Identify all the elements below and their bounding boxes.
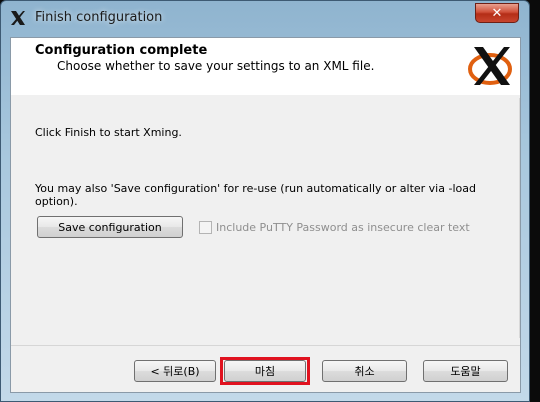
header-divider (11, 94, 520, 95)
putty-password-option[interactable]: Include PuTTY Password as insecure clear… (199, 219, 470, 235)
cancel-button[interactable]: 취소 (322, 360, 407, 382)
xming-x-icon (11, 11, 25, 25)
header-subtitle: Choose whether to save your settings to … (57, 59, 375, 73)
close-button[interactable]: ✕ (475, 3, 519, 23)
window-title: Finish configuration (35, 10, 163, 25)
footer-divider (11, 345, 520, 346)
putty-password-label: Include PuTTY Password as insecure clear… (216, 220, 470, 234)
dialog-window: Finish configuration ✕ Configuration com… (0, 0, 530, 402)
save-configuration-button[interactable]: Save configuration (37, 216, 183, 238)
header-title: Configuration complete (35, 43, 208, 58)
title-bar[interactable]: Finish configuration ✕ (1, 1, 529, 37)
putty-password-checkbox[interactable] (199, 220, 212, 234)
panel-edge (519, 98, 520, 338)
help-button[interactable]: 도움말 (423, 360, 508, 382)
close-icon: ✕ (491, 5, 503, 21)
back-button[interactable]: < 뒤로(B) (134, 360, 216, 382)
xming-logo-icon (468, 47, 512, 85)
wizard-content: Configuration complete Choose whether to… (10, 37, 521, 393)
save-instruction-text: You may also 'Save configuration' for re… (35, 182, 476, 208)
finish-instruction-text: Click Finish to start Xming. (35, 126, 182, 139)
finish-highlight-box (220, 357, 310, 385)
wizard-header: Configuration complete Choose whether to… (11, 38, 520, 95)
